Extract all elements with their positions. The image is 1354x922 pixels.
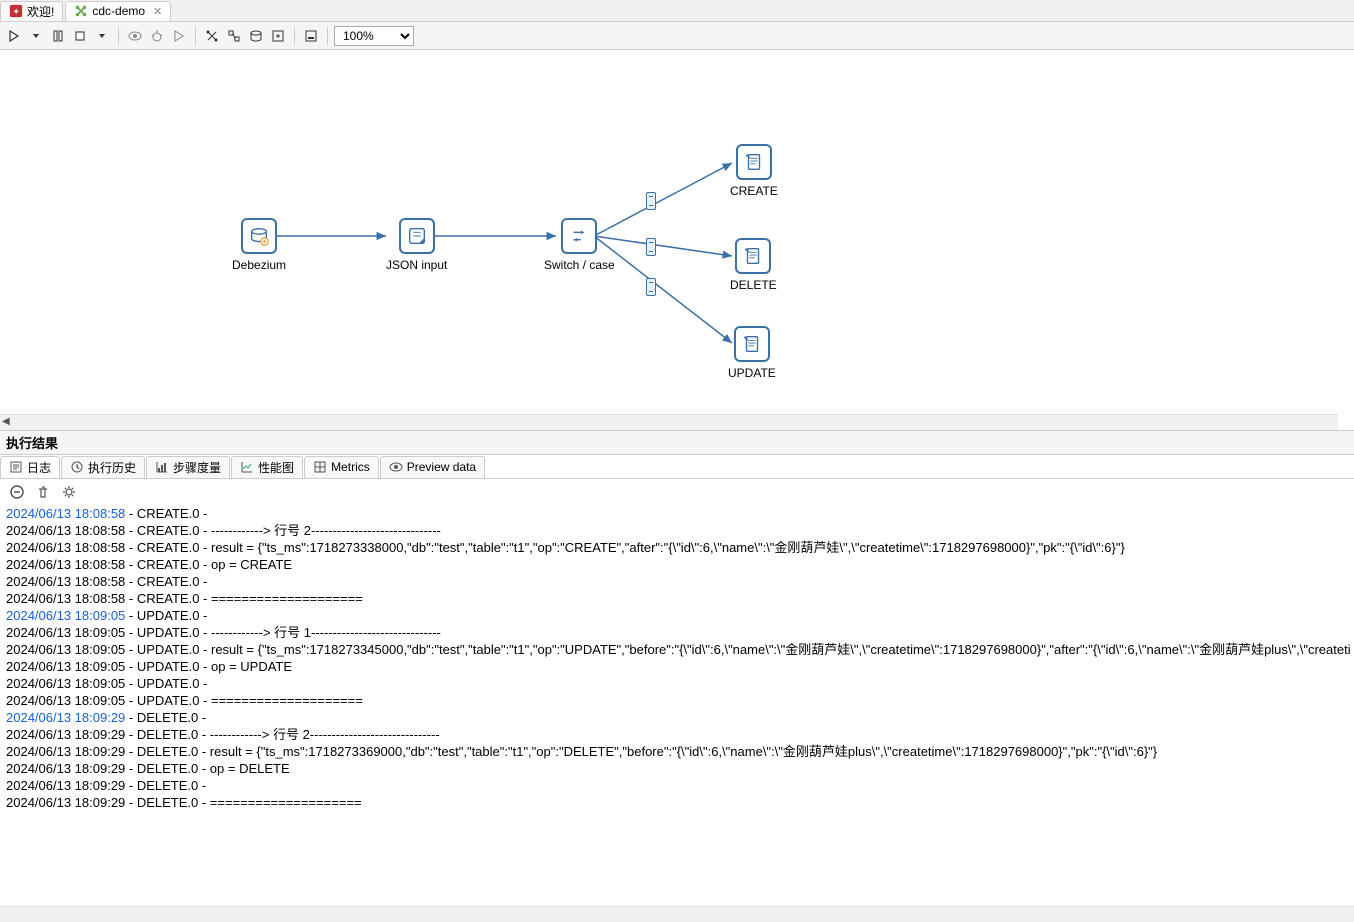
rtab-label: 步骤度量 xyxy=(173,459,221,476)
log-line: 2024/06/13 18:09:05 - UPDATE.0 - =======… xyxy=(6,692,1348,709)
log-line: 2024/06/13 18:09:05 - UPDATE.0 - xyxy=(6,675,1348,692)
node-delete[interactable]: DELETE xyxy=(730,238,777,292)
run-button[interactable] xyxy=(4,26,24,46)
explore-icon[interactable] xyxy=(268,26,288,46)
log-horizontal-scrollbar[interactable] xyxy=(0,906,1354,922)
log-line: 2024/06/13 18:08:58 - CREATE.0 - result … xyxy=(6,539,1348,556)
transformation-canvas[interactable]: Debezium JSON input Switch / case CREATE xyxy=(0,50,1354,430)
flow-connections xyxy=(0,50,1354,430)
rtab-label: Preview data xyxy=(407,460,476,474)
hop-marker[interactable] xyxy=(646,238,656,256)
dummy-step-icon xyxy=(735,238,771,274)
node-label: CREATE xyxy=(730,184,778,198)
tab-cdc-demo[interactable]: cdc-demo ✕ xyxy=(65,1,171,21)
clear-log-button[interactable] xyxy=(34,483,52,501)
log-icon xyxy=(9,460,23,474)
toolbar-separator xyxy=(195,27,196,45)
node-label: Debezium xyxy=(232,258,286,272)
log-line: 2024/06/13 18:09:05 - UPDATE.0 - op = UP… xyxy=(6,658,1348,675)
svg-text:✦: ✦ xyxy=(12,7,20,17)
eye-icon xyxy=(389,460,403,474)
debezium-icon xyxy=(241,218,277,254)
node-debezium[interactable]: Debezium xyxy=(232,218,286,272)
node-switch-case[interactable]: Switch / case xyxy=(544,218,615,272)
canvas-horizontal-scrollbar[interactable]: ◀ xyxy=(0,414,1338,430)
toolbar-separator xyxy=(294,27,295,45)
node-label: UPDATE xyxy=(728,366,776,380)
node-json-input[interactable]: JSON input xyxy=(386,218,447,272)
debug-icon[interactable] xyxy=(147,26,167,46)
log-line: 2024/06/13 18:08:58 - CREATE.0 - -------… xyxy=(6,522,1348,539)
replay-icon[interactable] xyxy=(169,26,189,46)
toolbar-separator xyxy=(118,27,119,45)
transformation-icon xyxy=(74,4,88,18)
show-results-icon[interactable] xyxy=(301,26,321,46)
hop-marker[interactable] xyxy=(646,278,656,296)
dummy-step-icon xyxy=(734,326,770,362)
tab-welcome[interactable]: ✦ 欢迎! xyxy=(0,1,63,21)
log-line: 2024/06/13 18:09:29 - DELETE.0 - xyxy=(6,777,1348,794)
log-line: 2024/06/13 18:09:29 - DELETE.0 - xyxy=(6,709,1348,726)
toolbar-separator xyxy=(327,27,328,45)
node-update[interactable]: UPDATE xyxy=(728,326,776,380)
pause-button[interactable] xyxy=(48,26,68,46)
log-line: 2024/06/13 18:08:58 - CREATE.0 - xyxy=(6,573,1348,590)
log-line: 2024/06/13 18:08:58 - CREATE.0 - =======… xyxy=(6,590,1348,607)
close-icon[interactable]: ✕ xyxy=(153,5,162,18)
node-label: JSON input xyxy=(386,258,447,272)
preview-icon[interactable] xyxy=(125,26,145,46)
log-line: 2024/06/13 18:09:05 - UPDATE.0 - -------… xyxy=(6,624,1348,641)
log-line: 2024/06/13 18:09:29 - DELETE.0 - =======… xyxy=(6,794,1348,811)
tab-label: 欢迎! xyxy=(27,3,54,20)
node-label: Switch / case xyxy=(544,258,615,272)
rtab-label: 日志 xyxy=(27,459,51,476)
grid-icon xyxy=(313,460,327,474)
dummy-step-icon xyxy=(736,144,772,180)
welcome-icon: ✦ xyxy=(9,4,23,18)
log-line: 2024/06/13 18:09:05 - UPDATE.0 - xyxy=(6,607,1348,624)
rtab-label: 性能图 xyxy=(258,459,294,476)
rtab-step-metrics[interactable]: 步骤度量 xyxy=(146,456,230,478)
settings-button[interactable] xyxy=(60,483,78,501)
rtab-history[interactable]: 执行历史 xyxy=(61,456,145,478)
switch-case-icon xyxy=(561,218,597,254)
tab-label: cdc-demo xyxy=(92,4,145,18)
rtab-log[interactable]: 日志 xyxy=(0,456,60,478)
log-line: 2024/06/13 18:09:29 - DELETE.0 - -------… xyxy=(6,726,1348,743)
results-tabbar: 日志 执行历史 步骤度量 性能图 Metrics Preview data xyxy=(0,455,1354,479)
rtab-label: 执行历史 xyxy=(88,459,136,476)
chart-icon xyxy=(240,460,254,474)
collapse-button[interactable] xyxy=(8,483,26,501)
rtab-metrics[interactable]: Metrics xyxy=(304,456,379,478)
history-icon xyxy=(70,460,84,474)
sql-icon[interactable] xyxy=(246,26,266,46)
log-line: 2024/06/13 18:08:58 - CREATE.0 - op = CR… xyxy=(6,556,1348,573)
log-line: 2024/06/13 18:09:29 - DELETE.0 - op = DE… xyxy=(6,760,1348,777)
check-icon[interactable] xyxy=(202,26,222,46)
rtab-label: Metrics xyxy=(331,460,370,474)
run-dropdown[interactable] xyxy=(26,26,46,46)
rtab-preview[interactable]: Preview data xyxy=(380,456,485,478)
node-label: DELETE xyxy=(730,278,777,292)
node-create[interactable]: CREATE xyxy=(730,144,778,198)
stop-dropdown[interactable] xyxy=(92,26,112,46)
log-toolbar xyxy=(0,479,1354,505)
log-line: 2024/06/13 18:09:29 - DELETE.0 - result … xyxy=(6,743,1348,760)
impact-icon[interactable] xyxy=(224,26,244,46)
metrics-icon xyxy=(155,460,169,474)
editor-tabbar: ✦ 欢迎! cdc-demo ✕ xyxy=(0,0,1354,22)
json-input-icon xyxy=(399,218,435,254)
hop-marker[interactable] xyxy=(646,192,656,210)
log-output[interactable]: 2024/06/13 18:08:58 - CREATE.0 - 2024/06… xyxy=(0,505,1354,906)
scroll-left-arrow[interactable]: ◀ xyxy=(2,416,10,427)
stop-button[interactable] xyxy=(70,26,90,46)
log-line: 2024/06/13 18:09:05 - UPDATE.0 - result … xyxy=(6,641,1348,658)
results-title: 执行结果 xyxy=(0,430,1354,455)
editor-toolbar: 100% xyxy=(0,22,1354,50)
log-line: 2024/06/13 18:08:58 - CREATE.0 - xyxy=(6,505,1348,522)
rtab-perf-graph[interactable]: 性能图 xyxy=(231,456,303,478)
zoom-select[interactable]: 100% xyxy=(334,26,414,46)
